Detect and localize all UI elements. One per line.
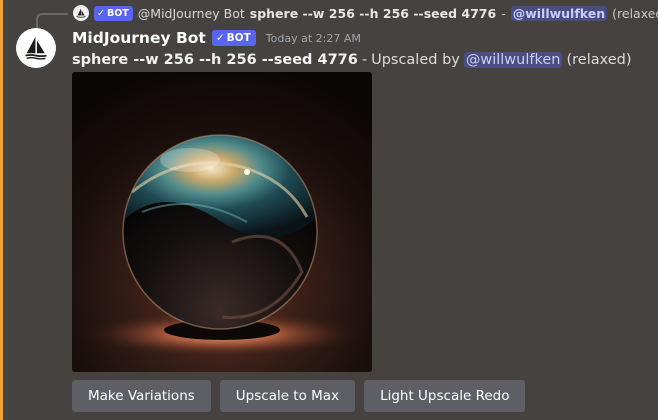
reply-mode: (relaxed) [612, 5, 658, 21]
reply-mention[interactable]: @willwulfken [510, 5, 608, 21]
sphere-image [72, 72, 372, 372]
bot-tag: ✓ BOT [211, 30, 256, 46]
check-icon: ✓ [97, 7, 105, 19]
upscale-to-max-button[interactable]: Upscale to Max [219, 380, 356, 412]
make-variations-button[interactable]: Make Variations [72, 380, 211, 412]
bot-avatar[interactable] [16, 28, 56, 68]
message-mention[interactable]: @willwulfken [463, 52, 563, 68]
light-upscale-redo-button[interactable]: Light Upscale Redo [364, 380, 526, 412]
check-icon: ✓ [215, 32, 225, 44]
generated-image[interactable] [72, 72, 372, 372]
reply-reference[interactable]: ✓ BOT @MidJourney Bot sphere --w 256 --h… [73, 4, 658, 22]
reply-avatar[interactable] [73, 5, 89, 21]
upscaled-by-text: Upscaled by [371, 52, 460, 68]
reply-dash: - [501, 5, 506, 21]
message-prompt: sphere --w 256 --h 256 --seed 4776 [72, 52, 358, 68]
sailboat-logo-icon [25, 36, 47, 60]
bot-tag-label: BOT [106, 7, 129, 19]
reply-command[interactable]: sphere --w 256 --h 256 --seed 4776 [250, 6, 496, 21]
reply-bot-tag: ✓ BOT [94, 5, 133, 21]
message-mode: (relaxed) [566, 52, 632, 68]
highlight-accent-bar [0, 0, 3, 420]
timestamp[interactable]: Today at 2:27 AM [266, 32, 361, 45]
sailboat-logo-icon [76, 8, 86, 18]
message-separator: - [361, 52, 368, 68]
action-buttons: Make Variations Upscale to Max Light Ups… [72, 380, 526, 412]
bot-tag-label: BOT [226, 32, 251, 44]
message-content: sphere --w 256 --h 256 --seed 4776 - Ups… [72, 50, 632, 70]
username[interactable]: MidJourney Bot [72, 29, 206, 47]
message-header: MidJourney Bot ✓ BOT Today at 2:27 AM [72, 27, 361, 49]
reply-author[interactable]: @MidJourney Bot [138, 6, 245, 21]
